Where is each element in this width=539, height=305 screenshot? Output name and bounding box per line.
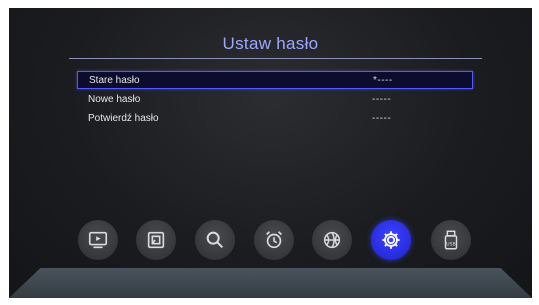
alarm-clock-icon[interactable]	[254, 220, 294, 260]
old-password-field[interactable]: *----	[373, 75, 393, 86]
search-icon[interactable]	[195, 220, 235, 260]
page-title: Ustaw hasło	[222, 34, 319, 53]
svg-text:USB: USB	[446, 242, 455, 248]
floor-decoration	[9, 268, 532, 298]
confirm-password-row[interactable]: Potwierdź hasło -----	[77, 110, 473, 128]
usb-icon[interactable]: USB	[431, 220, 471, 260]
tv-icon[interactable]	[78, 220, 118, 260]
confirm-password-label: Potwierdź hasło	[88, 113, 159, 124]
title-divider	[69, 58, 482, 59]
picture-icon[interactable]	[136, 220, 176, 260]
tv-screen: Ustaw hasło Stare hasło *---- Nowe hasło…	[9, 8, 532, 298]
settings-gear-icon[interactable]	[371, 220, 411, 260]
new-password-field[interactable]: -----	[372, 94, 391, 105]
new-password-label: Nowe hasło	[88, 94, 141, 105]
main-menu-bar: USB	[9, 220, 532, 264]
new-password-row[interactable]: Nowe hasło -----	[77, 91, 473, 109]
old-password-label: Stare hasło	[89, 75, 140, 86]
confirm-password-field[interactable]: -----	[372, 113, 391, 124]
old-password-row[interactable]: Stare hasło *----	[77, 71, 473, 89]
basketball-icon[interactable]	[312, 220, 352, 260]
